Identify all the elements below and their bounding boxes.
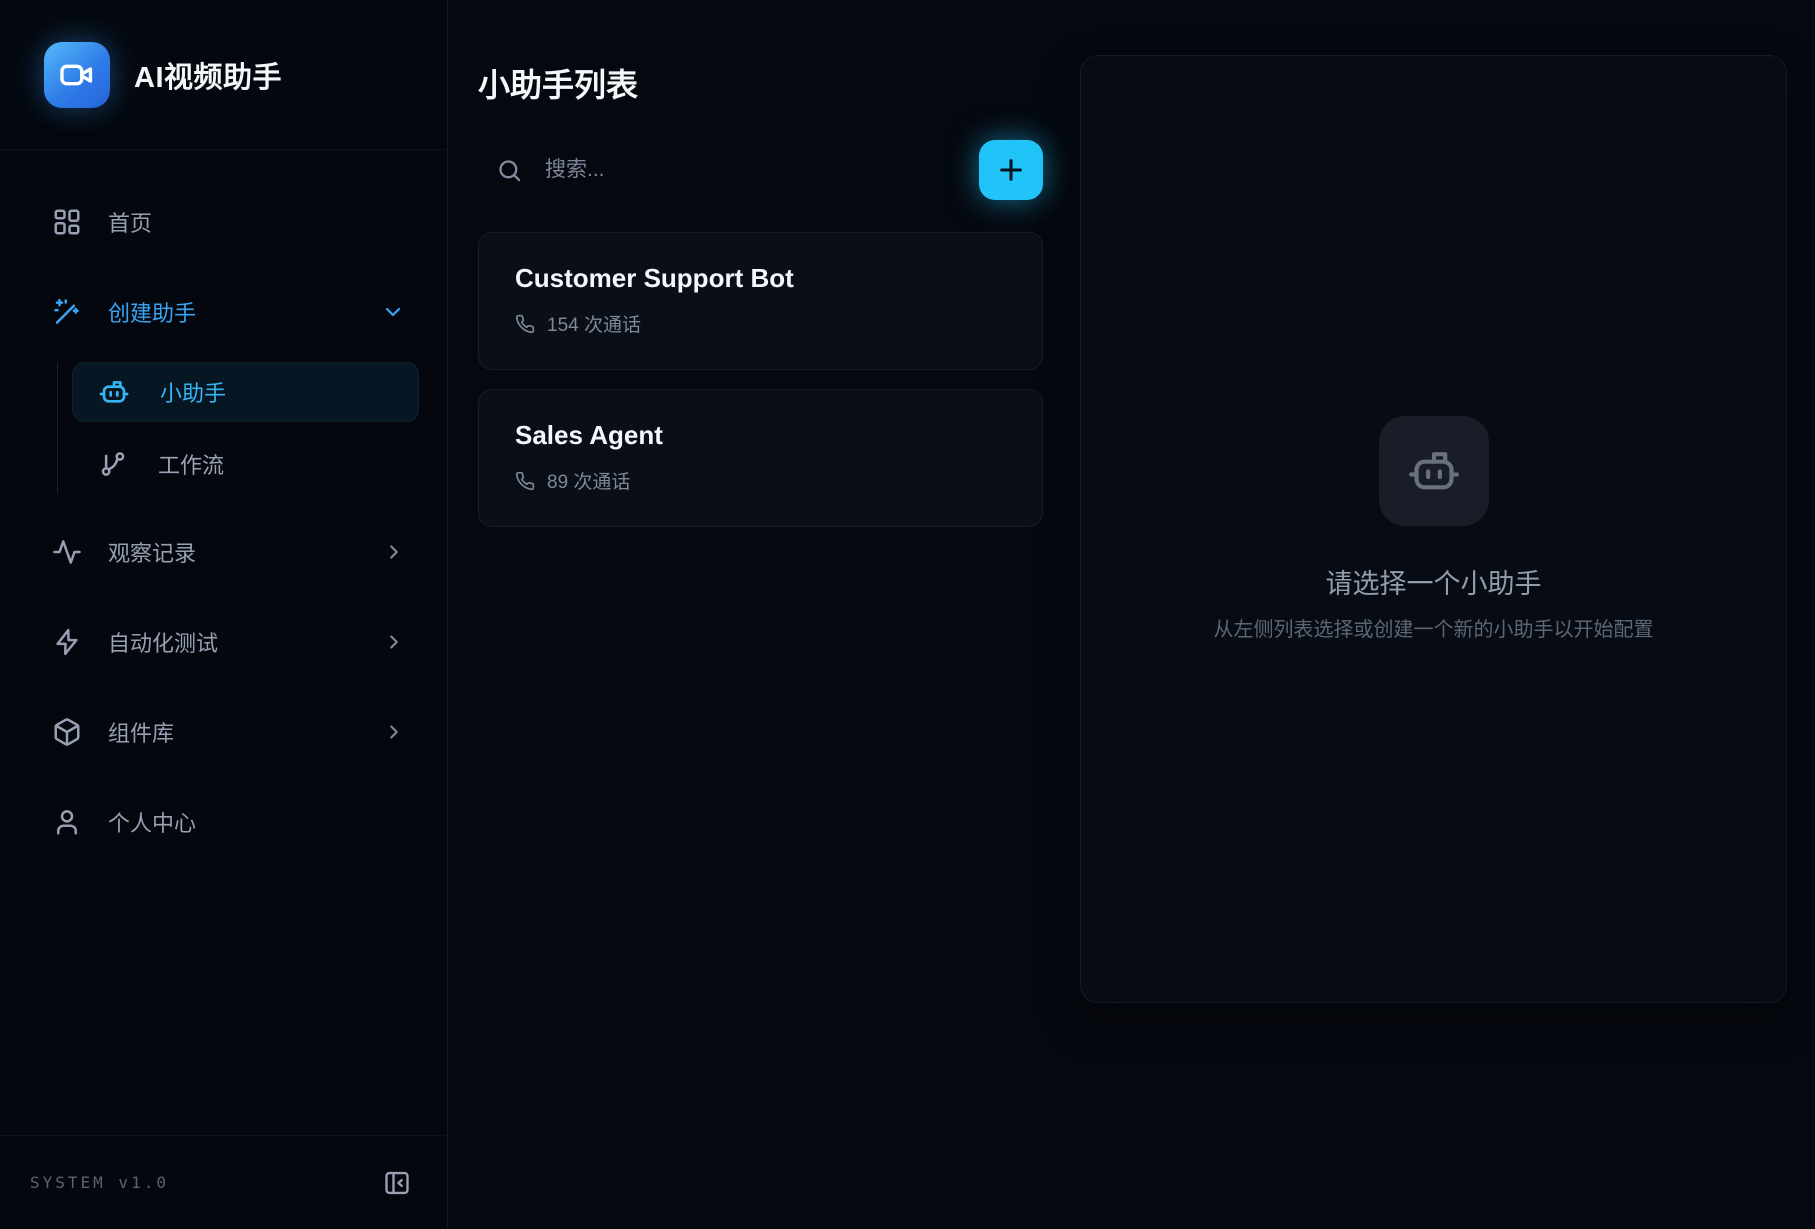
search-icon bbox=[496, 157, 523, 184]
assistant-name: Sales Agent bbox=[515, 420, 1006, 451]
activity-icon bbox=[52, 537, 82, 567]
sidebar-item-label: 小助手 bbox=[160, 376, 226, 408]
assistant-list-panel: 小助手列表 Customer Support Bot 154 次通话 bbox=[448, 0, 1080, 1229]
sidebar-item-assistants[interactable]: 小助手 bbox=[72, 362, 419, 422]
sidebar-item-home[interactable]: 首页 bbox=[28, 190, 419, 254]
add-assistant-button[interactable] bbox=[979, 140, 1043, 200]
chevron-right-icon bbox=[383, 721, 405, 743]
search-row bbox=[478, 140, 1043, 200]
assistant-call-count: 154 次通话 bbox=[547, 310, 641, 337]
sidebar-item-label: 创建助手 bbox=[108, 296, 196, 328]
empty-state-subtitle: 从左侧列表选择或创建一个新的小助手以开始配置 bbox=[1214, 613, 1654, 642]
layout-dashboard-icon bbox=[52, 207, 82, 237]
robot-icon-tile bbox=[1379, 416, 1489, 526]
sidebar-nav: 首页 创建助手 小助手 bbox=[0, 150, 447, 1135]
box-icon bbox=[52, 717, 82, 747]
sidebar: AI视频助手 首页 创建助手 bbox=[0, 0, 448, 1229]
sidebar-item-create-assistant[interactable]: 创建助手 bbox=[28, 280, 419, 344]
assistant-card-list: Customer Support Bot 154 次通话 Sales Agent… bbox=[478, 232, 1043, 527]
user-icon bbox=[52, 807, 82, 837]
chevron-right-icon bbox=[383, 541, 405, 563]
app-logo bbox=[44, 42, 110, 108]
sidebar-footer: SYSTEM v1.0 bbox=[0, 1135, 447, 1229]
phone-icon bbox=[515, 471, 535, 491]
chevron-down-icon bbox=[381, 300, 405, 324]
search-input[interactable] bbox=[543, 157, 873, 183]
chevron-right-icon bbox=[383, 631, 405, 653]
sidebar-item-label: 自动化测试 bbox=[108, 626, 218, 658]
sidebar-header: AI视频助手 bbox=[0, 0, 447, 150]
assistant-call-count: 89 次通话 bbox=[547, 467, 630, 494]
sidebar-item-profile[interactable]: 个人中心 bbox=[28, 790, 419, 854]
assistant-meta: 89 次通话 bbox=[515, 467, 1006, 494]
page-title: 小助手列表 bbox=[478, 60, 1043, 106]
sidebar-item-label: 首页 bbox=[108, 206, 152, 238]
empty-state: 请选择一个小助手 从左侧列表选择或创建一个新的小助手以开始配置 bbox=[1214, 416, 1654, 642]
panel-left-close-icon bbox=[383, 1169, 411, 1197]
zap-icon bbox=[52, 627, 82, 657]
assistant-detail-panel: 请选择一个小助手 从左侧列表选择或创建一个新的小助手以开始配置 bbox=[1080, 55, 1787, 1003]
magic-wand-icon bbox=[52, 297, 82, 327]
plus-icon bbox=[995, 154, 1027, 186]
sidebar-item-label: 个人中心 bbox=[108, 806, 196, 838]
app-title: AI视频助手 bbox=[134, 54, 282, 96]
sidebar-submenu-create: 小助手 工作流 bbox=[57, 362, 419, 494]
system-version: SYSTEM v1.0 bbox=[30, 1173, 169, 1192]
assistant-meta: 154 次通话 bbox=[515, 310, 1006, 337]
robot-icon bbox=[1406, 443, 1462, 499]
sidebar-item-workflow[interactable]: 工作流 bbox=[72, 434, 419, 494]
video-camera-icon bbox=[58, 56, 96, 94]
sidebar-item-automation-test[interactable]: 自动化测试 bbox=[28, 610, 419, 674]
git-branch-icon bbox=[98, 449, 128, 479]
assistant-name: Customer Support Bot bbox=[515, 263, 1006, 294]
assistant-card[interactable]: Customer Support Bot 154 次通话 bbox=[478, 232, 1043, 370]
sidebar-item-label: 工作流 bbox=[158, 448, 224, 480]
sidebar-item-observation[interactable]: 观察记录 bbox=[28, 520, 419, 584]
sidebar-item-label: 组件库 bbox=[108, 716, 174, 748]
sidebar-collapse-button[interactable] bbox=[383, 1169, 411, 1197]
search-box[interactable] bbox=[478, 157, 979, 184]
sidebar-item-component-library[interactable]: 组件库 bbox=[28, 700, 419, 764]
sidebar-item-label: 观察记录 bbox=[108, 536, 196, 568]
robot-icon bbox=[98, 376, 130, 408]
phone-icon bbox=[515, 314, 535, 334]
empty-state-title: 请选择一个小助手 bbox=[1326, 562, 1542, 601]
assistant-card[interactable]: Sales Agent 89 次通话 bbox=[478, 389, 1043, 527]
